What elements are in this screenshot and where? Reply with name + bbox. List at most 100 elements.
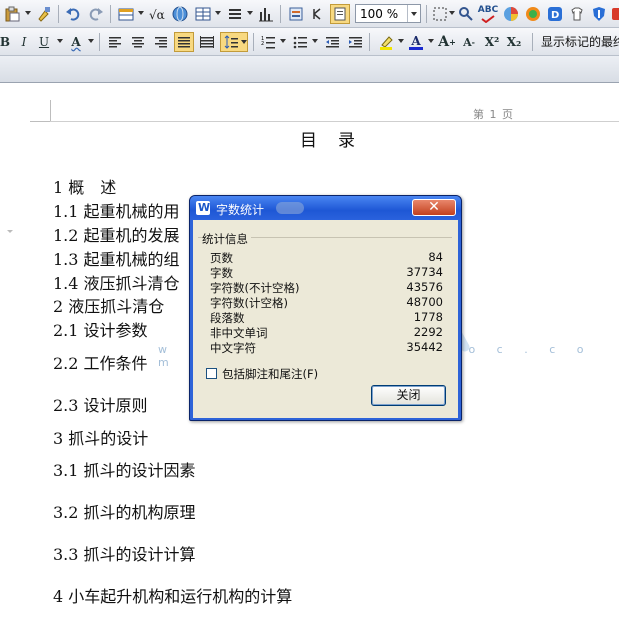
- svg-text:√α: √α: [149, 8, 165, 22]
- bullet-list-icon[interactable]: [290, 32, 310, 52]
- shield-icon[interactable]: [589, 4, 609, 24]
- stat-label: 字符数(不计空格): [210, 281, 300, 295]
- red-icon[interactable]: [607, 4, 619, 24]
- toc-line: 3.2 抓斗的机构原理: [53, 503, 196, 522]
- table-insert-icon[interactable]: [116, 4, 136, 24]
- superscript-button[interactable]: X²: [482, 32, 502, 52]
- zoom-select[interactable]: 100 %: [355, 4, 421, 23]
- numbered-list-icon[interactable]: 12: [258, 32, 278, 52]
- stat-row: 中文字符 35442: [210, 340, 443, 355]
- char-border-button[interactable]: A: [66, 32, 86, 52]
- toolbar-strip: [0, 56, 619, 83]
- grow-font-button[interactable]: A +: [437, 32, 457, 52]
- align-left-icon[interactable]: [105, 32, 125, 52]
- toc-line: 1.2 起重机的发展: [53, 226, 180, 245]
- circle-app-icon[interactable]: [523, 4, 543, 24]
- margin-marker-icon: [7, 230, 13, 233]
- formula-icon[interactable]: √α: [148, 4, 168, 24]
- wps-app-icon: W: [196, 201, 211, 215]
- stat-row: 字符数(计空格) 48700: [210, 295, 443, 310]
- format-painter-icon[interactable]: [34, 4, 54, 24]
- zoom-page-icon[interactable]: [456, 4, 476, 24]
- columns-icon[interactable]: [225, 4, 245, 24]
- toc-line: 3.3 抓斗的设计计算: [53, 545, 196, 564]
- stat-value: 1778: [413, 310, 443, 324]
- font-color-button[interactable]: A: [406, 32, 426, 52]
- font-color-letter: A: [411, 33, 421, 48]
- stat-label: 字数: [210, 266, 233, 280]
- highlight-icon[interactable]: [376, 32, 396, 52]
- zoom-value: 100 %: [360, 7, 399, 21]
- header-line: [50, 121, 619, 122]
- stat-value: 2292: [413, 325, 443, 339]
- bold-button[interactable]: B: [0, 32, 15, 52]
- toc-line: 2.1 设计参数: [53, 321, 148, 340]
- stat-label: 中文字符: [210, 341, 256, 355]
- shirt-icon[interactable]: [567, 4, 587, 24]
- stat-value: 35442: [406, 340, 443, 354]
- blurred-region: [276, 202, 304, 214]
- show-hide-marks-icon[interactable]: [308, 4, 328, 24]
- align-right-icon[interactable]: [151, 32, 171, 52]
- stat-value: 84: [428, 250, 443, 264]
- decrease-indent-icon[interactable]: [322, 32, 342, 52]
- grow-font-label: A: [438, 34, 450, 50]
- color-wheel-icon[interactable]: [501, 4, 521, 24]
- underline-button[interactable]: U: [34, 32, 54, 52]
- font-color-swatch: [409, 46, 423, 50]
- toc-title: 目 录: [300, 131, 357, 151]
- dialog-body: 统计信息 页数 84 字数 37734 字符数(不计空格) 43576 字符数(…: [193, 220, 458, 418]
- stat-value: 43576: [406, 280, 443, 294]
- toc-line: 1.3 起重机械的组: [53, 250, 180, 269]
- zoom-dropdown-arrow[interactable]: [407, 5, 420, 22]
- close-button[interactable]: 关闭: [371, 385, 446, 406]
- toc-line: 1.4 液压抓斗清仓: [53, 274, 180, 293]
- paste-icon[interactable]: [2, 4, 22, 24]
- select-objects-icon[interactable]: [430, 4, 450, 24]
- toc-line: 1.1 起重机械的用: [53, 202, 180, 221]
- line-spacing-button[interactable]: [220, 32, 248, 52]
- svg-text:2: 2: [261, 41, 264, 47]
- align-center-icon[interactable]: [128, 32, 148, 52]
- dialog-titlebar[interactable]: W 字数统计 ✕: [190, 196, 461, 220]
- stats-group-label: 统计信息: [202, 231, 251, 247]
- page-number: 第 1 页: [473, 108, 514, 121]
- stat-label: 非中文单词: [210, 326, 268, 340]
- justify-icon[interactable]: [174, 32, 194, 52]
- italic-button[interactable]: I: [14, 32, 34, 52]
- include-footnotes-label[interactable]: 包括脚注和尾注(F): [222, 366, 318, 382]
- stat-row: 段落数 1778: [210, 310, 443, 325]
- stat-value: 37734: [406, 265, 443, 279]
- undo-icon[interactable]: [63, 4, 83, 24]
- toc-line: 4 小车起升机构和运行机构的计算: [53, 587, 293, 606]
- stat-value: 48700: [406, 295, 443, 309]
- paragraph-mark-toggle[interactable]: [330, 4, 350, 24]
- show-markup-select[interactable]: 显示标记的最终: [541, 33, 619, 50]
- formatting-toolbar: B I U A 12 A A + A - X² X₂ 显示标记的最终: [0, 28, 619, 56]
- subscript-button[interactable]: X₂: [504, 32, 524, 52]
- stat-label: 页数: [210, 251, 233, 265]
- redo-icon[interactable]: [86, 4, 106, 24]
- hyperlink-globe-icon[interactable]: [170, 4, 190, 24]
- spellcheck-icon[interactable]: ABC: [478, 4, 498, 24]
- toc-line: 2.3 设计原则: [53, 396, 148, 415]
- stat-row: 非中文单词 2292: [210, 325, 443, 340]
- toc-line: 3.1 抓斗的设计因素: [53, 461, 196, 480]
- dialog-title: 字数统计: [216, 203, 265, 217]
- chart-icon[interactable]: [256, 4, 276, 24]
- table-grid-icon[interactable]: [193, 4, 213, 24]
- stat-row: 字符数(不计空格) 43576: [210, 280, 443, 295]
- toc-line: 2.2 工作条件: [53, 354, 148, 373]
- dialog-close-button[interactable]: ✕: [412, 199, 456, 216]
- toc-line: 1 概 述: [53, 178, 117, 197]
- svg-text:D: D: [551, 10, 559, 21]
- stat-row: 页数 84: [210, 250, 443, 265]
- toc-line: 2 液压抓斗清仓: [53, 297, 165, 316]
- blue-d-icon[interactable]: D: [545, 4, 565, 24]
- stat-row: 字数 37734: [210, 265, 443, 280]
- increase-indent-icon[interactable]: [345, 32, 365, 52]
- document-map-icon[interactable]: [286, 4, 306, 24]
- distribute-icon[interactable]: [197, 32, 217, 52]
- shrink-font-button[interactable]: A-: [459, 32, 479, 52]
- include-footnotes-checkbox[interactable]: [206, 368, 217, 379]
